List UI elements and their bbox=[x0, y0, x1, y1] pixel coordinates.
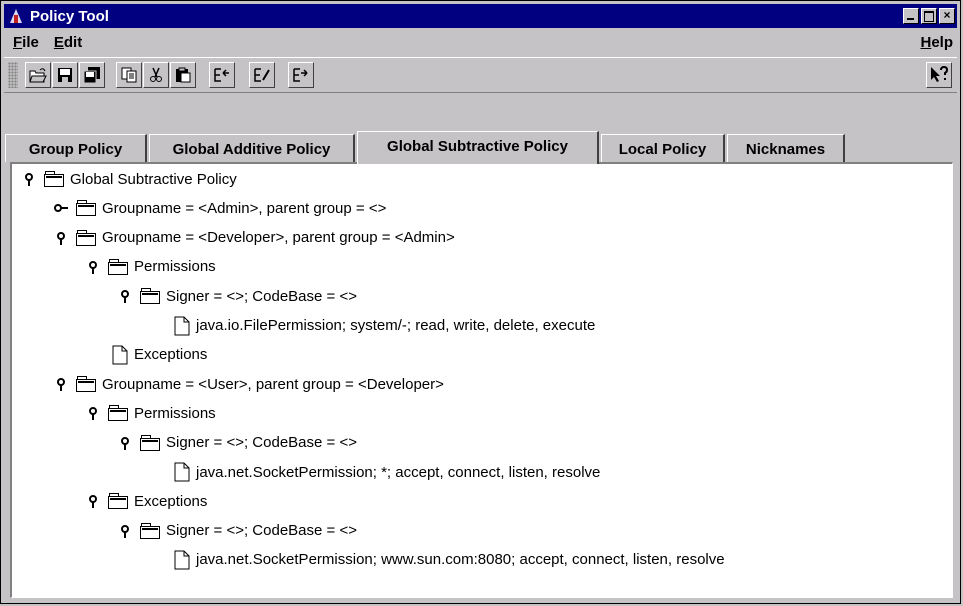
tree-node-label: java.net.SocketPermission; *; accept, co… bbox=[196, 463, 601, 481]
cut-button[interactable] bbox=[143, 62, 169, 88]
tree-node-label: Groupname = <Developer>, parent group = … bbox=[102, 229, 455, 247]
expanded-node-icon[interactable] bbox=[54, 231, 68, 245]
expanded-node-icon[interactable] bbox=[86, 260, 100, 274]
tree-node[interactable]: Exceptions bbox=[86, 489, 207, 513]
tab-nicknames[interactable]: Nicknames bbox=[727, 134, 845, 162]
save-icon bbox=[58, 68, 72, 82]
context-help-icon bbox=[931, 66, 949, 82]
folder-icon bbox=[140, 434, 160, 451]
tree-node-label: Signer = <>; CodeBase = <> bbox=[166, 287, 357, 305]
toolbar bbox=[4, 57, 957, 93]
tree-node[interactable]: Groupname = <User>, parent group = <Deve… bbox=[54, 372, 444, 396]
paste-button[interactable] bbox=[170, 62, 196, 88]
document-icon bbox=[174, 462, 190, 482]
tree-node[interactable]: Groupname = <Admin>, parent group = <> bbox=[54, 196, 386, 220]
policy-tree[interactable]: Global Subtractive Policy Groupname = <Ad… bbox=[10, 162, 953, 598]
paste-icon bbox=[176, 67, 191, 83]
java-app-icon bbox=[7, 7, 25, 25]
expanded-node-icon[interactable] bbox=[22, 172, 36, 186]
save-all-button[interactable] bbox=[79, 62, 105, 88]
minimize-button[interactable] bbox=[903, 8, 919, 24]
collapsed-node-icon[interactable] bbox=[54, 201, 68, 215]
tree-node-label: Exceptions bbox=[134, 346, 208, 364]
policy-tool-window: Policy Tool × File Edit Help Group Polic… bbox=[0, 0, 961, 604]
save-all-icon bbox=[83, 67, 100, 83]
folder-icon bbox=[76, 200, 96, 217]
tree-node[interactable]: java.io.FilePermission; system/-; read, … bbox=[174, 314, 595, 338]
folder-icon bbox=[108, 493, 128, 510]
tree-node[interactable]: Permissions bbox=[86, 401, 216, 425]
document-icon bbox=[112, 345, 128, 365]
remove-entry-button[interactable] bbox=[288, 62, 314, 88]
edit-entry-button[interactable] bbox=[249, 62, 275, 88]
cut-icon bbox=[150, 67, 162, 82]
tree-node[interactable]: Signer = <>; CodeBase = <> bbox=[118, 284, 357, 308]
add-entry-icon bbox=[214, 68, 229, 82]
add-entry-button[interactable] bbox=[209, 62, 235, 88]
open-icon bbox=[29, 68, 47, 83]
folder-icon bbox=[108, 258, 128, 275]
tab-global-additive-policy[interactable]: Global Additive Policy bbox=[149, 134, 355, 162]
tree-node[interactable]: java.net.SocketPermission; www.sun.com:8… bbox=[174, 548, 725, 572]
context-help-button[interactable] bbox=[926, 62, 952, 88]
folder-icon bbox=[44, 171, 64, 187]
open-button[interactable] bbox=[25, 62, 51, 88]
tree-node[interactable]: Global Subtractive Policy bbox=[22, 167, 237, 191]
document-icon bbox=[174, 550, 190, 570]
tree-node-label: Permissions bbox=[134, 404, 216, 422]
tree-node-label: java.net.SocketPermission; www.sun.com:8… bbox=[196, 551, 725, 569]
menu-file[interactable]: File bbox=[13, 34, 39, 51]
folder-icon bbox=[140, 288, 160, 305]
expanded-node-icon[interactable] bbox=[118, 289, 132, 304]
folder-icon bbox=[76, 376, 96, 393]
tree-node[interactable]: java.net.SocketPermission; *; accept, co… bbox=[174, 460, 600, 484]
tree-node[interactable]: Signer = <>; CodeBase = <> bbox=[118, 519, 357, 543]
close-button[interactable]: × bbox=[939, 8, 955, 24]
window-title: Policy Tool bbox=[30, 7, 109, 25]
edit-entry-icon bbox=[254, 68, 270, 82]
folder-icon bbox=[140, 522, 160, 539]
expanded-node-icon[interactable] bbox=[118, 436, 132, 450]
expanded-node-icon[interactable] bbox=[118, 524, 132, 538]
tree-node-label: Signer = <>; CodeBase = <> bbox=[166, 522, 357, 540]
tree-node-label: Global Subtractive Policy bbox=[70, 170, 237, 188]
maximize-button[interactable] bbox=[921, 8, 937, 24]
copy-button[interactable] bbox=[116, 62, 142, 88]
folder-icon bbox=[108, 405, 128, 422]
tree-node-label: java.io.FilePermission; system/-; read, … bbox=[196, 317, 596, 334]
document-icon bbox=[174, 316, 190, 335]
tree-node-label: Exceptions bbox=[134, 492, 208, 510]
menu-bar: File Edit Help bbox=[4, 30, 957, 54]
tree-node-label: Signer = <>; CodeBase = <> bbox=[166, 434, 357, 452]
copy-icon bbox=[121, 67, 137, 83]
tree-node-label: Permissions bbox=[134, 258, 216, 276]
title-bar[interactable]: Policy Tool × bbox=[4, 4, 957, 28]
tree-node[interactable]: Exceptions bbox=[112, 343, 207, 367]
expanded-node-icon[interactable] bbox=[86, 494, 100, 509]
expanded-node-icon[interactable] bbox=[54, 377, 68, 392]
menu-edit[interactable]: Edit bbox=[54, 34, 82, 51]
tab-global-subtractive-policy[interactable]: Global Subtractive Policy bbox=[357, 131, 599, 164]
tree-node-label: Groupname = <User>, parent group = <Deve… bbox=[102, 375, 444, 393]
toolbar-grip[interactable] bbox=[8, 62, 18, 88]
tab-group-policy[interactable]: Group Policy bbox=[5, 134, 147, 162]
tree-node[interactable]: Groupname = <Developer>, parent group = … bbox=[54, 226, 455, 250]
expanded-node-icon[interactable] bbox=[86, 406, 100, 421]
tree-node[interactable]: Permissions bbox=[86, 255, 216, 279]
folder-icon bbox=[76, 229, 96, 246]
remove-entry-icon bbox=[293, 68, 308, 82]
tab-local-policy[interactable]: Local Policy bbox=[601, 134, 725, 162]
tree-node[interactable]: Signer = <>; CodeBase = <> bbox=[118, 431, 357, 455]
menu-help[interactable]: Help bbox=[920, 34, 953, 51]
tree-node-label: Groupname = <Admin>, parent group = <> bbox=[102, 199, 387, 217]
save-button[interactable] bbox=[52, 62, 78, 88]
